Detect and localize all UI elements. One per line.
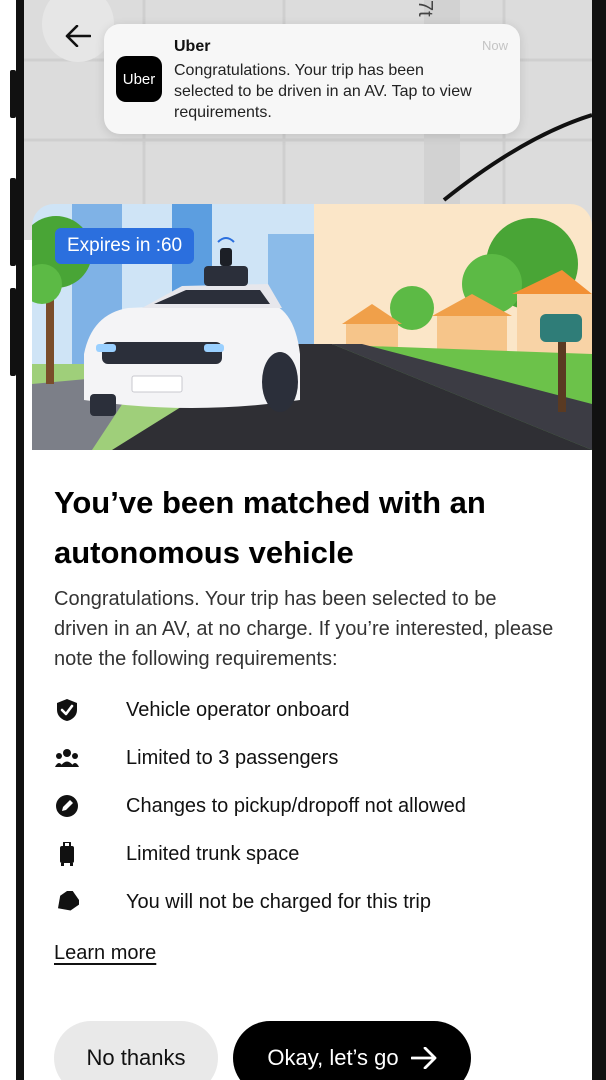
phone-volume-up-button <box>10 178 16 266</box>
list-item: Limited trunk space <box>54 830 574 878</box>
arrow-right-icon <box>410 1047 437 1069</box>
page-title: You’ve been matched with an autonomous v… <box>54 485 486 570</box>
requirements-list: Vehicle operator onboard Limited to 3 pa… <box>54 686 574 926</box>
shield-check-icon <box>54 697 80 723</box>
map-street-label: 7t <box>414 0 436 17</box>
app-screen: 7t Uber Uber Now Congratulations. Your t… <box>24 0 592 1080</box>
notification-message: Congratulations. Your trip has been sele… <box>174 62 472 121</box>
accept-button-label: Okay, let’s go <box>267 1045 399 1070</box>
accept-ride-button[interactable]: Okay, let’s go <box>233 1021 471 1080</box>
push-notification[interactable]: Uber Uber Now Congratulations. Your trip… <box>104 24 520 134</box>
hero-illustration: Expires in :60 <box>32 204 592 450</box>
requirement-label: Limited trunk space <box>126 842 300 865</box>
arrow-left-icon <box>65 25 91 47</box>
tag-icon <box>54 889 80 915</box>
list-item: Changes to pickup/dropoff not allowed <box>54 782 574 830</box>
no-edit-icon <box>54 793 80 819</box>
uber-logo: Uber <box>116 56 162 102</box>
requirement-label: Limited to 3 passengers <box>126 746 339 769</box>
phone-frame-right <box>592 0 606 1080</box>
requirement-label: Changes to pickup/dropoff not allowed <box>126 794 466 817</box>
no-thanks-button[interactable]: No thanks <box>54 1021 218 1080</box>
notification-time: Now <box>481 38 508 53</box>
luggage-icon <box>54 841 80 867</box>
requirement-label: Vehicle operator onboard <box>126 698 350 721</box>
list-item: Vehicle operator onboard <box>54 686 574 734</box>
list-item: You will not be charged for this trip <box>54 878 574 926</box>
learn-more-link[interactable]: Learn more <box>54 942 156 965</box>
list-item: Limited to 3 passengers <box>54 734 574 782</box>
passengers-icon <box>54 745 80 771</box>
requirement-label: You will not be charged for this trip <box>126 890 431 913</box>
phone-frame-left <box>0 0 24 1080</box>
expires-badge: Expires in :60 <box>55 228 195 264</box>
notification-app-name: Uber <box>174 38 211 55</box>
phone-volume-down-button <box>10 288 16 376</box>
offer-description: Congratulations. Your trip has been sele… <box>54 588 554 670</box>
phone-side-button <box>10 70 16 118</box>
